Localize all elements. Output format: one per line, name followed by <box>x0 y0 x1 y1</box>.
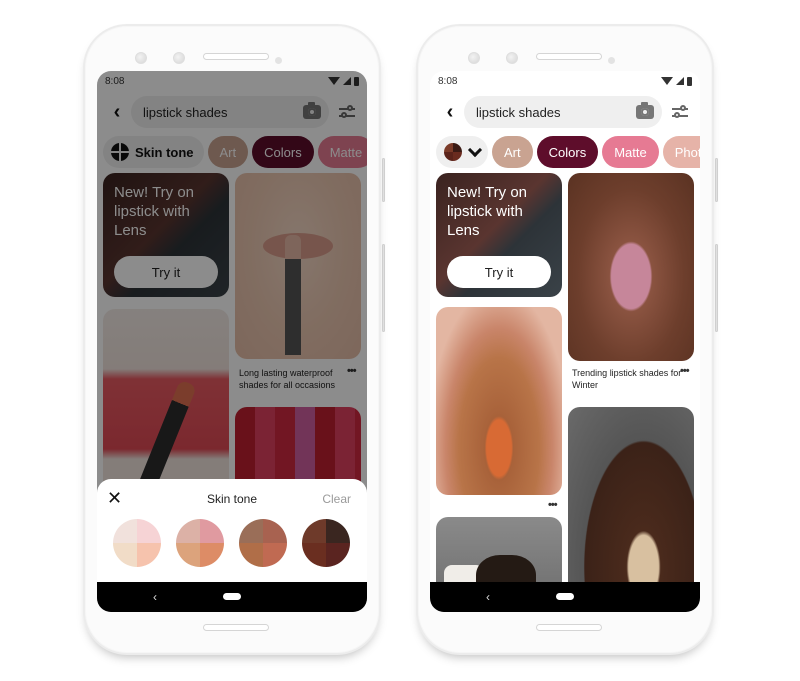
nav-home-icon[interactable] <box>556 593 574 600</box>
front-camera-icon <box>135 52 147 64</box>
wifi-icon <box>661 77 673 85</box>
battery-icon <box>687 76 692 86</box>
skin-tone-swatch-dark[interactable] <box>302 519 350 567</box>
power-button <box>715 158 718 202</box>
camera-icon[interactable] <box>636 102 654 119</box>
phone-frame-left: 8:08 ‹ lipstick shades Skin tone Art Col… <box>83 24 385 655</box>
filter-chips: Art Colors Matte Photogr <box>430 133 700 171</box>
chip-selected-skin-tone[interactable] <box>436 136 488 168</box>
back-arrow-icon[interactable]: ‹ <box>436 102 464 122</box>
skin-tone-swatch-medium-dark[interactable] <box>239 519 287 567</box>
clear-button[interactable]: Clear <box>322 492 351 506</box>
search-query[interactable]: lipstick shades <box>476 105 561 120</box>
skin-tone-sheet: ✕ Skin tone Clear <box>97 479 367 582</box>
nav-back-icon[interactable]: ‹ <box>486 590 490 604</box>
proximity-sensor <box>275 57 282 64</box>
bottom-speaker <box>203 624 269 631</box>
nav-home-icon[interactable] <box>223 593 241 600</box>
skin-tone-swatch-medium-light[interactable] <box>176 519 224 567</box>
pin-grid: New! Try on lipstick with Lens Try it ••… <box>430 171 700 612</box>
android-nav-bar: ‹ <box>97 582 367 612</box>
earpiece-speaker <box>536 53 602 60</box>
volume-button <box>382 244 385 332</box>
pin-image-pink-lips[interactable] <box>568 173 694 361</box>
search-input[interactable]: lipstick shades <box>464 96 662 128</box>
front-camera-icon <box>506 52 518 64</box>
screen-left: 8:08 ‹ lipstick shades Skin tone Art Col… <box>97 71 367 612</box>
pin-image-orange-lips[interactable] <box>436 307 562 495</box>
phone-frame-right: 8:08 ‹ lipstick shades Art Colors Matte … <box>416 24 718 655</box>
front-camera-icon <box>468 52 480 64</box>
status-bar: 8:08 <box>430 71 700 91</box>
front-camera-icon <box>173 52 185 64</box>
search-row: ‹ lipstick shades <box>430 91 700 133</box>
chip-matte[interactable]: Matte <box>602 136 659 168</box>
chip-photography[interactable]: Photogr <box>662 136 700 168</box>
earpiece-speaker <box>203 53 269 60</box>
chip-art[interactable]: Art <box>492 136 533 168</box>
nav-back-icon[interactable]: ‹ <box>153 590 157 604</box>
chip-colors[interactable]: Colors <box>536 136 599 168</box>
android-nav-bar: ‹ <box>430 582 700 612</box>
status-time: 8:08 <box>438 75 458 87</box>
chevron-down-icon <box>467 142 483 157</box>
signal-icon <box>676 77 684 85</box>
power-button <box>382 158 385 202</box>
bottom-speaker <box>536 624 602 631</box>
pin-caption: Trending lipstick shades for Winter <box>572 368 682 390</box>
volume-button <box>715 244 718 332</box>
skin-tone-swatch-icon <box>444 143 462 161</box>
pin-image-gold-lips[interactable] <box>568 407 694 607</box>
more-options-icon[interactable]: ••• <box>680 365 690 377</box>
more-options-icon[interactable]: ••• <box>548 499 558 511</box>
promo-text: New! Try on lipstick with Lens <box>447 184 528 239</box>
filter-icon[interactable] <box>666 104 694 118</box>
skin-tone-swatch-light[interactable] <box>113 519 161 567</box>
screen-right: 8:08 ‹ lipstick shades Art Colors Matte … <box>430 71 700 612</box>
proximity-sensor <box>608 57 615 64</box>
try-it-button[interactable]: Try it <box>447 256 551 288</box>
lens-promo-card[interactable]: New! Try on lipstick with Lens Try it <box>436 173 562 297</box>
